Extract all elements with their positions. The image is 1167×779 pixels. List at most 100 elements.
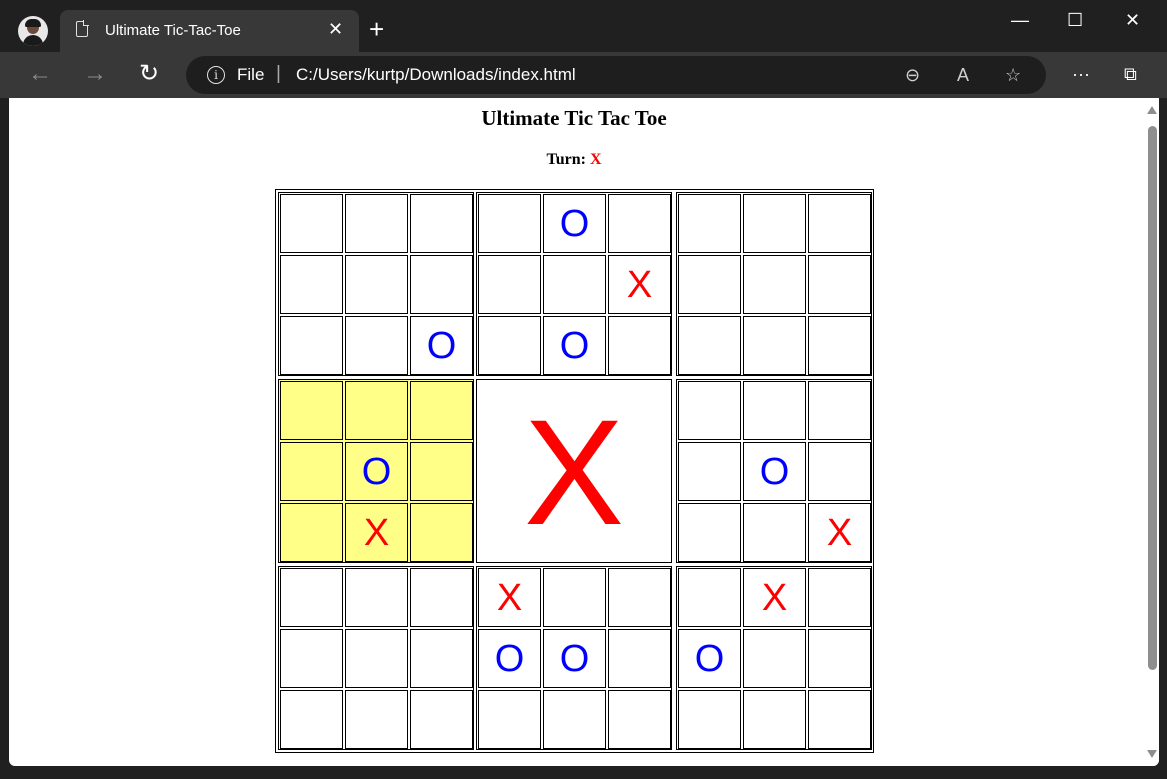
close-window-button[interactable]: ✕ [1125,10,1140,31]
board-cell[interactable]: X [478,568,541,627]
back-button[interactable]: ← [28,61,52,87]
board-cell[interactable] [678,568,741,627]
scrollbar-thumb[interactable] [1148,126,1157,670]
board-cell[interactable] [280,442,343,501]
board-cell[interactable] [808,381,871,440]
board-cell[interactable] [678,381,741,440]
reload-button[interactable]: ↻ [139,61,159,87]
profile-avatar[interactable] [18,16,48,46]
board-cell[interactable] [743,316,806,375]
forward-button[interactable]: → [83,61,107,87]
board-cell[interactable] [280,690,343,749]
ultimate-board: OOXOOXXOXXOOXO [275,189,874,753]
tab-close-icon[interactable]: ✕ [328,20,343,38]
board-cell[interactable] [608,316,671,375]
board-cell[interactable] [478,255,541,314]
url-text[interactable]: C:/Users/kurtp/Downloads/index.html [296,65,576,85]
board-cell[interactable] [345,194,408,253]
board-cell[interactable] [743,194,806,253]
board-cell[interactable]: X [743,568,806,627]
board-cell[interactable] [743,690,806,749]
read-aloud-icon[interactable]: A [957,65,969,86]
turn-label: Turn: [546,151,586,168]
board-cell[interactable] [478,194,541,253]
board-cell[interactable] [678,503,741,562]
board-cell[interactable] [543,255,606,314]
board-cell[interactable]: X [608,255,671,314]
board-cell[interactable] [478,690,541,749]
board-cell[interactable] [410,381,473,440]
board-cell[interactable]: O [345,442,408,501]
board-cell[interactable] [543,690,606,749]
board-cell[interactable] [743,381,806,440]
board-cell[interactable] [410,442,473,501]
scroll-down-arrow-icon[interactable] [1147,750,1157,758]
board-cell[interactable] [678,255,741,314]
board-cell[interactable] [608,690,671,749]
sub-board: OX [676,379,872,563]
vertical-scrollbar[interactable] [1145,98,1159,766]
board-cell[interactable] [808,255,871,314]
board-cell[interactable] [280,568,343,627]
board-cell[interactable] [345,690,408,749]
sidebar-toggle-icon[interactable]: ⧉ [1124,64,1137,85]
favorite-star-icon[interactable]: ☆ [1005,65,1021,86]
board-cell[interactable] [280,194,343,253]
board-cell[interactable] [608,629,671,688]
board-cell[interactable] [345,381,408,440]
board-cell[interactable]: X [808,503,871,562]
board-cell[interactable]: O [410,316,473,375]
board-cell[interactable] [410,568,473,627]
address-bar[interactable]: i File | C:/Users/kurtp/Downloads/index.… [186,56,1046,94]
board-cell[interactable] [808,690,871,749]
board-cell[interactable] [410,690,473,749]
site-info-icon[interactable]: i [207,66,225,84]
board-cell[interactable]: O [543,316,606,375]
minimize-button[interactable]: — [1011,10,1029,31]
board-cell[interactable] [280,629,343,688]
scroll-up-arrow-icon[interactable] [1147,106,1157,114]
sub-board [676,192,872,376]
board-cell[interactable] [345,568,408,627]
board-cell[interactable] [410,629,473,688]
board-cell[interactable]: O [543,629,606,688]
board-cell[interactable]: O [478,629,541,688]
board-cell[interactable] [345,255,408,314]
board-cell[interactable] [608,568,671,627]
board-cell[interactable] [678,194,741,253]
board-cell[interactable] [280,503,343,562]
board-cell[interactable] [478,316,541,375]
board-cell[interactable] [678,316,741,375]
sub-board: OXO [476,192,672,376]
board-cell[interactable] [543,568,606,627]
avatar-hair [25,19,41,27]
board-cell[interactable] [808,629,871,688]
board-cell[interactable] [280,316,343,375]
board-cell[interactable] [280,381,343,440]
board-cell[interactable]: O [543,194,606,253]
board-cell[interactable] [410,503,473,562]
board-cell[interactable] [743,629,806,688]
maximize-button[interactable]: ☐ [1067,10,1083,31]
board-cell[interactable] [608,194,671,253]
new-tab-button[interactable]: + [369,16,384,42]
board-cell[interactable] [808,316,871,375]
board-cell[interactable] [345,629,408,688]
board-cell[interactable] [678,442,741,501]
more-options-icon[interactable]: ··· [1072,64,1090,85]
board-cell[interactable] [808,194,871,253]
board-cell[interactable] [280,255,343,314]
board-cell[interactable] [808,568,871,627]
board-cell[interactable] [410,255,473,314]
board-cell[interactable] [808,442,871,501]
board-cell[interactable] [345,316,408,375]
board-cell[interactable]: O [678,629,741,688]
board-cell[interactable]: X [345,503,408,562]
zoom-out-icon[interactable]: ⊖ [905,65,920,86]
board-cell[interactable] [743,503,806,562]
tab-ultimate-tic-tac-toe[interactable]: Ultimate Tic-Tac-Toe ✕ [60,10,359,52]
board-cell[interactable] [678,690,741,749]
board-cell[interactable]: O [743,442,806,501]
board-cell[interactable] [743,255,806,314]
board-cell[interactable] [410,194,473,253]
